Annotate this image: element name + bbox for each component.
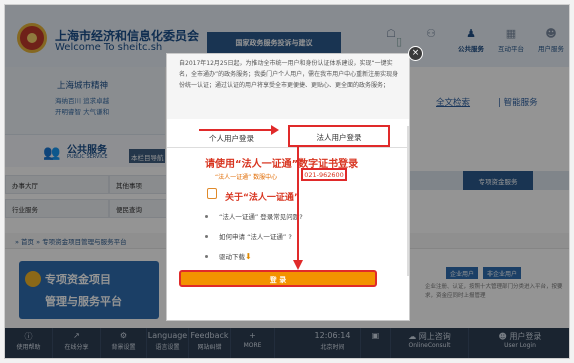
- hotline-label: “法人一证通” 数服中心: [215, 174, 278, 181]
- annotation-arrow-down: [293, 145, 303, 270]
- bullet: [205, 235, 208, 238]
- tab-legal-login[interactable]: 法人用户登录: [288, 125, 390, 147]
- document-icon: [207, 188, 217, 199]
- login-button[interactable]: 登 录: [179, 270, 377, 287]
- annotation-arrow-right: [199, 125, 279, 135]
- browser-frame: 上海市经济和信息化委员会 Welcome To sheitc.sh 国家政务服务…: [4, 4, 570, 359]
- login-modal: 自2017年12月25日起，为推动全市统一用户和身份认证体系建设，实现“一键实名…: [166, 53, 410, 321]
- registration-notice: 自2017年12月25日起，为推动全市统一用户和身份认证体系建设，实现“一键实名…: [167, 54, 409, 119]
- faq-link[interactable]: 如何申请 “法人一证通” ?: [219, 231, 292, 241]
- hotline-number: 021-962600: [301, 168, 347, 181]
- about-certificate-title: 关于“法人一证通”: [225, 193, 300, 203]
- close-icon[interactable]: ×: [408, 46, 423, 61]
- bullet: [205, 255, 208, 258]
- bullet: [205, 215, 208, 218]
- driver-download-link[interactable]: 驱动下载⬇: [219, 251, 252, 261]
- download-icon: ⬇: [245, 252, 252, 261]
- tab-divider: [167, 147, 409, 148]
- modal-scrollbar[interactable]: [407, 126, 409, 276]
